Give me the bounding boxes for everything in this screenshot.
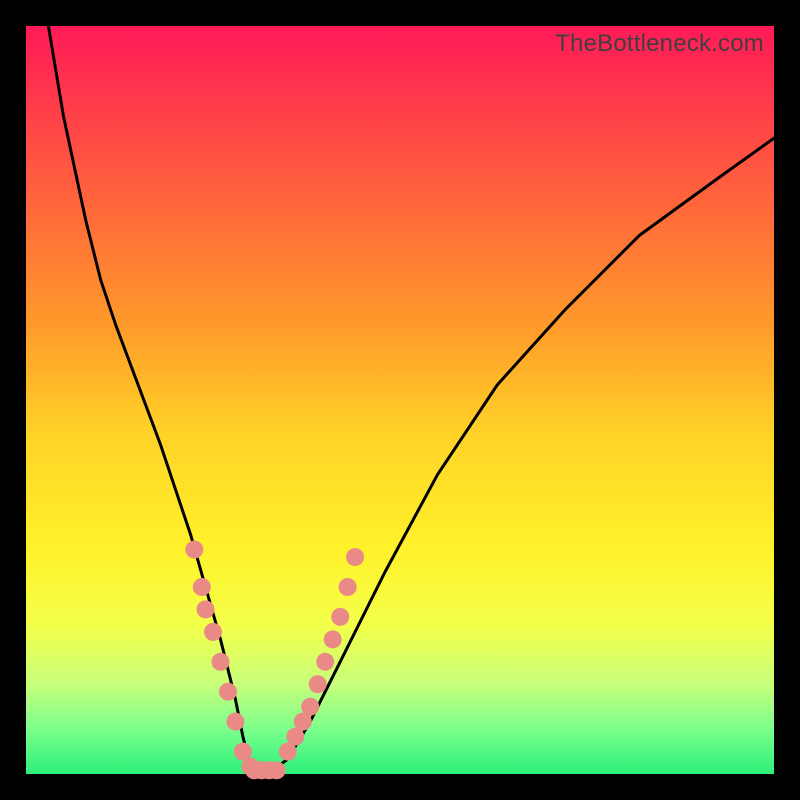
- data-point: [197, 600, 215, 618]
- data-point: [324, 630, 342, 648]
- data-point: [204, 623, 222, 641]
- data-point: [316, 653, 334, 671]
- curve-group: [48, 26, 774, 770]
- dots-group: [185, 541, 364, 780]
- data-point: [268, 761, 286, 779]
- data-point: [219, 683, 237, 701]
- bottleneck-curve: [48, 26, 774, 770]
- data-point: [346, 548, 364, 566]
- plot-area: TheBottleneck.com: [26, 26, 774, 774]
- chart-overlay: [26, 26, 774, 774]
- data-point: [185, 541, 203, 559]
- data-point: [301, 698, 319, 716]
- data-point: [339, 578, 357, 596]
- data-point: [226, 713, 244, 731]
- data-point: [193, 578, 211, 596]
- stage: TheBottleneck.com: [0, 0, 800, 800]
- data-point: [212, 653, 230, 671]
- data-point: [331, 608, 349, 626]
- data-point: [309, 675, 327, 693]
